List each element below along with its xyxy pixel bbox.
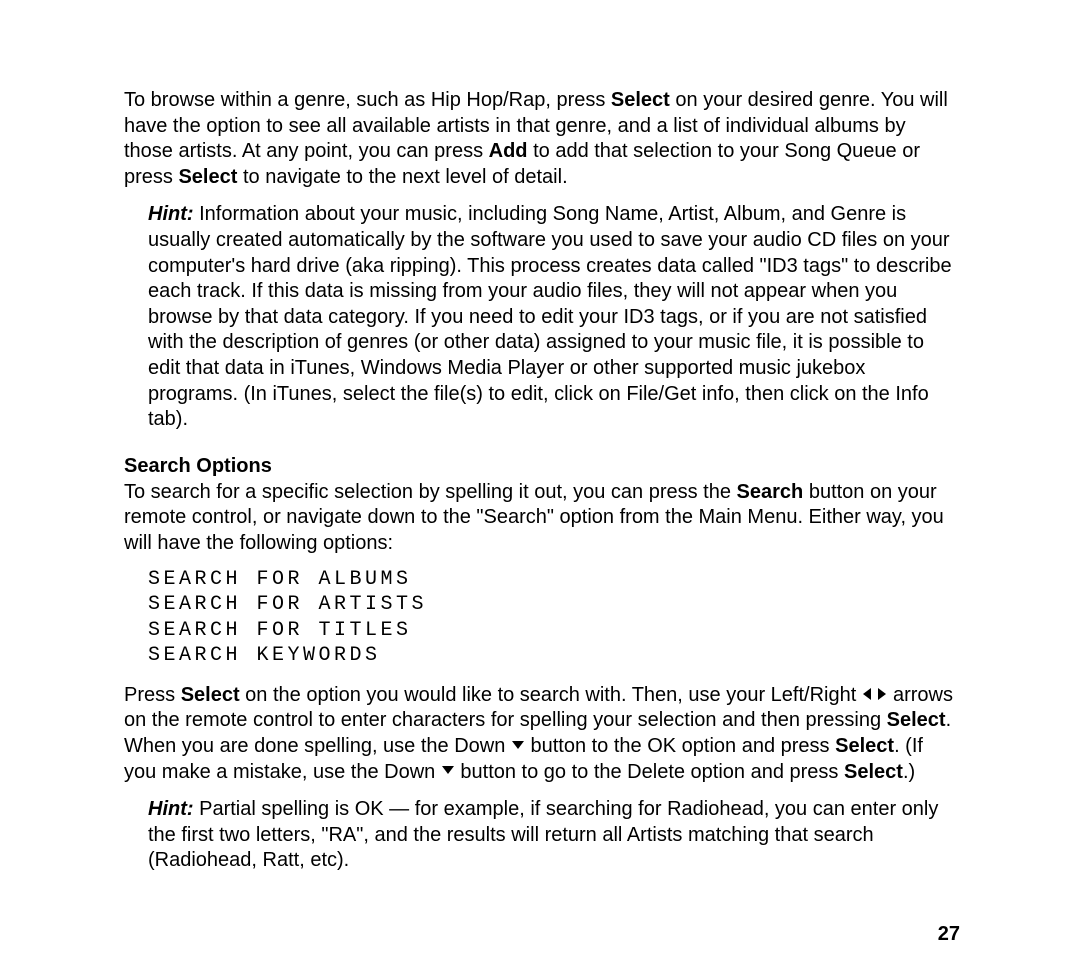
heading-search-options: Search Options [124, 455, 960, 478]
hint-label: Hint: [148, 203, 194, 225]
menu-item-artists: Search for Artists [148, 592, 960, 618]
text: Information about your music, including … [148, 203, 952, 430]
text: Partial spelling is OK — for example, if… [148, 798, 938, 871]
bold-select: Select [611, 89, 670, 111]
text: To search for a specific selection by sp… [124, 481, 737, 503]
bold-search: Search [737, 481, 804, 503]
bold-select: Select [181, 684, 240, 706]
text: .) [903, 761, 915, 783]
hint-block-partial: Hint: Partial spelling is OK — for examp… [148, 797, 960, 874]
arrow-down-icon [512, 741, 524, 749]
menu-item-titles: Search for Titles [148, 618, 960, 644]
text: Press [124, 684, 181, 706]
text: button to go to the Delete option and pr… [455, 761, 844, 783]
text: to navigate to the next level of detail. [237, 166, 567, 188]
hint-block-id3: Hint: Information about your music, incl… [148, 202, 960, 432]
arrow-down-icon [442, 766, 454, 774]
arrow-right-icon [878, 688, 886, 700]
paragraph-search-instructions: Press Select on the option you would lik… [124, 683, 960, 785]
bold-select: Select [887, 709, 946, 731]
search-menu-list: Search for Albums Search for Artists Sea… [148, 567, 960, 669]
hint-text: Hint: Information about your music, incl… [148, 202, 960, 432]
text: on the option you would like to search w… [240, 684, 862, 706]
hint-text: Hint: Partial spelling is OK — for examp… [148, 797, 960, 874]
page-number: 27 [938, 923, 960, 946]
manual-page: To browse within a genre, such as Hip Ho… [0, 0, 1080, 976]
bold-select: Select [178, 166, 237, 188]
paragraph-search-intro: To search for a specific selection by sp… [124, 480, 960, 557]
menu-item-keywords: Search Keywords [148, 643, 960, 669]
bold-select: Select [844, 761, 903, 783]
arrow-left-icon [863, 688, 871, 700]
hint-label: Hint: [148, 798, 194, 820]
bold-add: Add [489, 140, 528, 162]
text: button to the OK option and press [525, 735, 835, 757]
text: To browse within a genre, such as Hip Ho… [124, 89, 611, 111]
bold-select: Select [835, 735, 894, 757]
menu-item-albums: Search for Albums [148, 567, 960, 593]
paragraph-browse-genre: To browse within a genre, such as Hip Ho… [124, 88, 960, 190]
